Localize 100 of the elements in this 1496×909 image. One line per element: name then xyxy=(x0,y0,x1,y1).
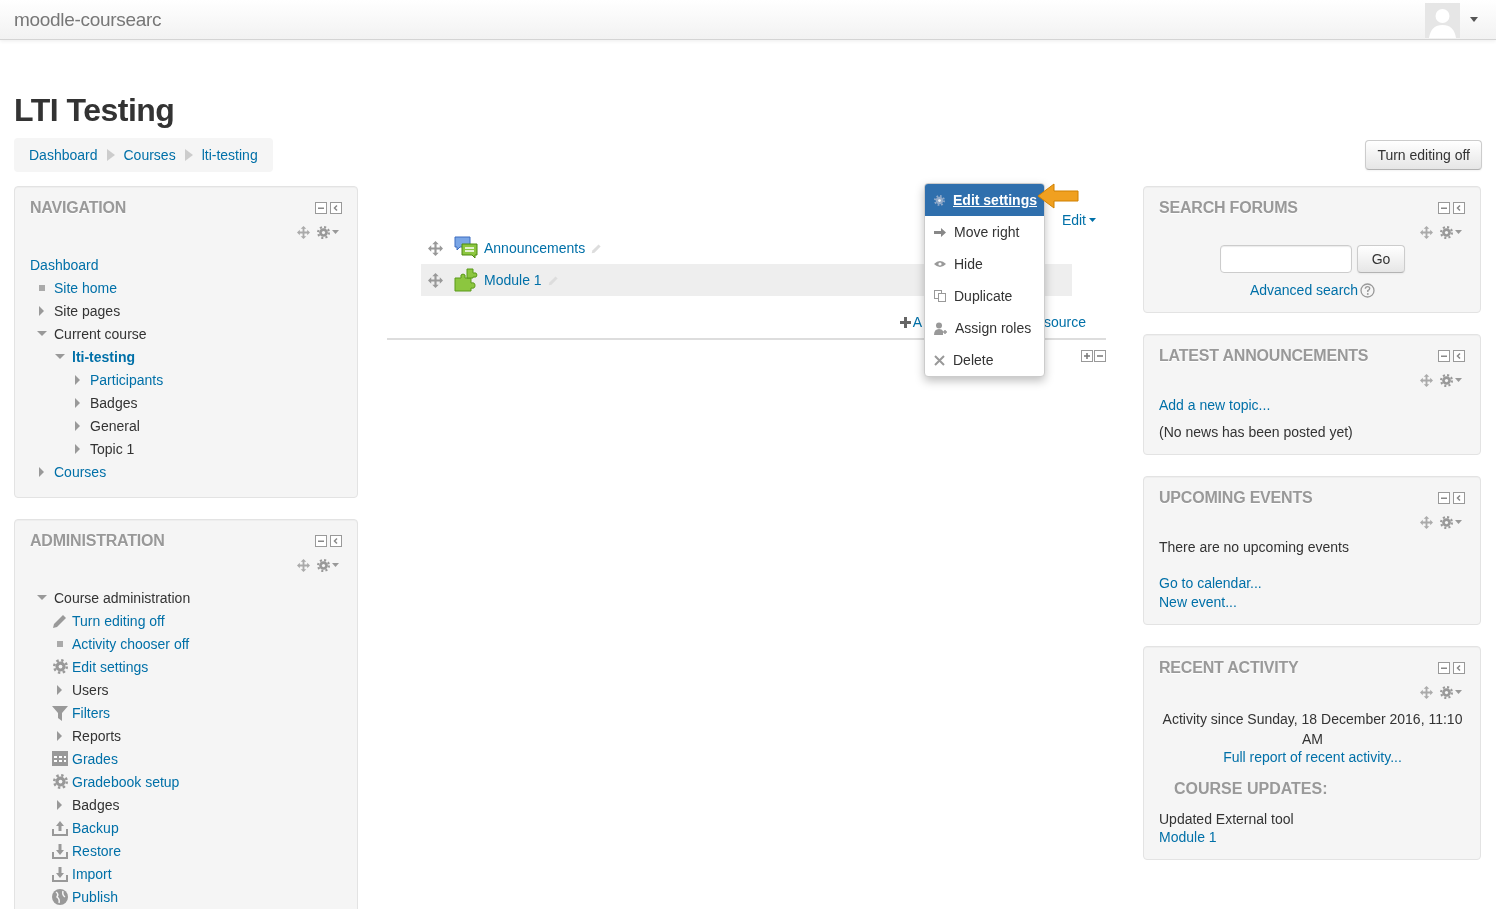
activity-link[interactable]: Announcements xyxy=(484,240,586,256)
dock-icon[interactable] xyxy=(1453,202,1465,214)
module-link[interactable]: Module 1 xyxy=(1159,829,1217,845)
page-title: LTI Testing xyxy=(14,91,176,130)
globe-icon xyxy=(52,888,68,905)
nav-item[interactable]: Badges xyxy=(72,796,120,813)
caret-icon xyxy=(332,563,339,567)
breadcrumb-link[interactable]: Courses xyxy=(123,147,176,163)
dock-icon[interactable] xyxy=(330,202,342,214)
nav-item[interactable]: Site pages xyxy=(54,302,121,319)
event-link[interactable]: New event... xyxy=(1159,594,1262,610)
activity-since-text: Activity since Sunday, 18 December 2016, 11:10 AM xyxy=(1161,710,1464,749)
nav-item[interactable]: Reports xyxy=(72,727,122,744)
breadcrumb-link[interactable]: Dashboard xyxy=(29,147,98,163)
settings-menu-icon[interactable] xyxy=(1440,515,1462,529)
menu-item[interactable]: Move right xyxy=(925,216,1044,248)
menu-item[interactable]: Delete xyxy=(925,344,1044,376)
site-name[interactable]: moodle-coursearc xyxy=(14,8,162,31)
block-title: LATEST ANNOUNCEMENTS xyxy=(1159,347,1369,365)
advanced-search-link[interactable]: Advanced search xyxy=(1249,282,1359,298)
nav-link[interactable]: Filters xyxy=(72,704,111,721)
nav-item[interactable]: Course administration xyxy=(54,589,191,606)
settings-menu-icon[interactable] xyxy=(1440,225,1462,239)
nav-item[interactable]: Topic 1 xyxy=(90,440,135,457)
nav-item[interactable]: Badges xyxy=(90,394,138,411)
dock-icon[interactable] xyxy=(1453,350,1465,362)
minimize-icon[interactable] xyxy=(315,202,327,214)
full-report-link[interactable]: Full report of recent activity... xyxy=(1223,749,1402,765)
pencil-icon[interactable] xyxy=(591,242,603,254)
dock-icon[interactable] xyxy=(330,535,342,547)
add-resource-link[interactable]: source xyxy=(1043,314,1086,330)
nav-link[interactable]: Dashboard xyxy=(30,256,99,273)
block-title: NAVIGATION xyxy=(30,199,127,217)
minimize-icon[interactable] xyxy=(1438,662,1450,674)
pencil-icon xyxy=(52,612,68,629)
nav-link[interactable]: Backup xyxy=(72,819,119,836)
nav-link[interactable]: Edit settings xyxy=(72,658,149,675)
minimize-icon[interactable] xyxy=(1438,202,1450,214)
settings-menu-icon[interactable] xyxy=(317,558,339,572)
menu-item[interactable]: Hide xyxy=(925,248,1044,280)
collapse-box-icon[interactable] xyxy=(1094,350,1106,362)
go-button[interactable]: Go xyxy=(1356,245,1406,273)
expand-box-icon[interactable] xyxy=(1081,350,1093,362)
move-icon[interactable] xyxy=(1420,515,1433,529)
nav-link[interactable]: Activity chooser off xyxy=(72,635,190,652)
search-field[interactable] xyxy=(1219,245,1352,273)
nav-link[interactable]: Publish xyxy=(72,888,118,905)
turn-editing-off-button[interactable]: Turn editing off xyxy=(1365,140,1482,170)
nav-link[interactable]: Import xyxy=(72,865,112,882)
nav-link[interactable]: lti-testing xyxy=(72,348,135,365)
dock-icon[interactable] xyxy=(1453,662,1465,674)
puzzle-piece-icon xyxy=(454,268,478,292)
course-updates-heading: COURSE UPDATES: xyxy=(1174,779,1328,799)
add-activity-link[interactable]: A xyxy=(899,314,922,330)
move-icon[interactable] xyxy=(297,558,310,572)
gear-icon xyxy=(1440,373,1453,387)
move-icon[interactable] xyxy=(297,225,310,239)
settings-menu-icon[interactable] xyxy=(1440,685,1462,699)
settings-menu-icon[interactable] xyxy=(1440,373,1462,387)
nav-link[interactable]: Grades xyxy=(72,750,118,767)
gear-icon xyxy=(1440,685,1453,699)
caret-icon[interactable] xyxy=(1470,17,1478,22)
block-title: ADMINISTRATION xyxy=(30,532,165,550)
move-icon[interactable] xyxy=(428,240,443,256)
caret-icon xyxy=(1089,218,1096,222)
nav-link[interactable]: Site home xyxy=(54,279,118,296)
nav-link[interactable]: Turn editing off xyxy=(72,612,165,629)
help-icon[interactable] xyxy=(1360,282,1376,298)
nav-link[interactable]: Restore xyxy=(72,842,122,859)
nav-link[interactable]: Gradebook setup xyxy=(72,773,180,790)
nav-link[interactable]: Participants xyxy=(90,371,164,388)
move-icon[interactable] xyxy=(1420,685,1433,699)
gear-icon xyxy=(52,774,68,789)
block-title: SEARCH FORUMS xyxy=(1159,199,1298,217)
minimize-icon[interactable] xyxy=(315,535,327,547)
activity-link[interactable]: Module 1 xyxy=(484,272,542,288)
caret-icon xyxy=(1455,520,1462,524)
gear-icon xyxy=(1440,225,1453,239)
breadcrumb-link[interactable]: lti-testing xyxy=(201,147,258,163)
nav-item[interactable]: Current course xyxy=(54,325,147,342)
separator-icon xyxy=(184,149,193,161)
nav-item[interactable]: Users xyxy=(72,681,109,698)
move-icon[interactable] xyxy=(1420,373,1433,387)
update-text: Updated External tool xyxy=(1159,811,1294,827)
move-icon[interactable] xyxy=(428,272,443,288)
menu-item[interactable]: Duplicate xyxy=(925,280,1044,312)
menu-item[interactable]: Edit settings xyxy=(925,184,1044,216)
nav-item[interactable]: General xyxy=(90,417,140,434)
add-topic-link[interactable]: Add a new topic... xyxy=(1159,397,1271,413)
edit-menu-link[interactable]: Edit xyxy=(1061,212,1096,228)
minimize-icon[interactable] xyxy=(1438,350,1450,362)
dock-icon[interactable] xyxy=(1453,492,1465,504)
gear-icon xyxy=(1440,515,1453,529)
minimize-icon[interactable] xyxy=(1438,492,1450,504)
settings-menu-icon[interactable] xyxy=(317,225,339,239)
move-icon[interactable] xyxy=(1420,225,1433,239)
nav-link[interactable]: Courses xyxy=(54,463,107,480)
event-link[interactable]: Go to calendar... xyxy=(1159,575,1262,591)
menu-item[interactable]: Assign roles xyxy=(925,312,1044,344)
block-title: RECENT ACTIVITY xyxy=(1159,659,1299,677)
